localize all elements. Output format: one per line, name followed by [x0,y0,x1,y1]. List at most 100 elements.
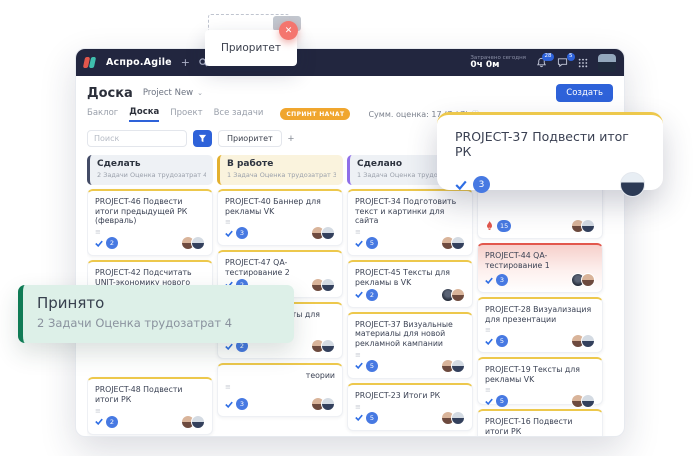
overdue-fire-icon [487,221,492,230]
sprint-status-badge: СПРИНТ НАЧАТ [280,108,351,120]
task-title: PROJECT-16 Подвести итоги РК [485,417,573,436]
create-button[interactable]: Создать [556,84,613,102]
task-title: PROJECT-37 Визуальные материалы для ново… [355,319,453,349]
column-subtitle: 2 Задачи Оценка трудозатрат 4 [97,171,206,179]
avatar [321,277,335,292]
tab-board[interactable]: Доска [129,107,160,122]
task-card[interactable]: PROJECT-44 QA-тестирование 1 3 [477,243,603,293]
task-card[interactable]: PROJECT-46 Подвести итоги предыдущей РК … [87,189,213,257]
estimate-badge: 5 [366,411,378,424]
avatar [321,397,335,412]
notifications-button[interactable]: 28 [536,53,554,68]
check-icon [225,230,233,237]
check-icon [485,338,493,345]
check-icon [355,362,363,370]
avatar [321,339,335,354]
task-card[interactable]: PROJECT-40 Баннер для рекламы VK ≡ 3 [217,189,343,247]
accepted-title: Принято [37,294,105,312]
check-icon [225,401,233,408]
column-header[interactable]: Сделать 2 Задачи Оценка трудозатрат 4 [87,155,213,185]
task-title: PROJECT-46 Подвести итоги предыдущей РК … [95,197,188,226]
check-icon [485,398,493,405]
project-selector[interactable]: Project New ⌄ [143,88,203,98]
estimate-badge: 5 [496,335,508,348]
column-title: В работе [227,159,274,169]
accepted-column-overlay: Принято 2 Задачи Оценка трудозатрат 4 [18,285,294,343]
time-tracker: Затрачено сегодня 0ч 0м [470,55,526,71]
task-title: PROJECT-28 Визуализация для презентации [485,305,592,324]
dragged-task-card[interactable]: PROJECT-37 Подвести итог РК 3 [437,112,663,197]
chevron-down-icon: ⌄ [197,89,204,97]
search-input[interactable] [87,130,187,147]
add-button[interactable]: + [181,57,190,68]
avatar [581,394,595,409]
avatar [451,287,465,302]
messages-button[interactable]: 5 [557,53,575,68]
description-icon: ≡ [95,406,101,415]
check-icon [355,240,363,247]
bell-badge: 28 [542,53,554,61]
description-icon: ≡ [355,402,361,411]
chat-badge: 5 [566,53,575,61]
user-avatar[interactable] [598,53,616,72]
avatar [581,334,595,349]
task-card[interactable]: PROJECT-23 Итоги РК ≡ 5 [347,382,473,431]
estimate-badge: 5 [366,237,378,250]
check-icon [95,240,103,247]
estimate-badge: 3 [473,176,490,193]
task-card[interactable]: PROJECT-45 Тексты для рекламы в VK 2 [347,260,473,308]
dragged-task-title: PROJECT-37 Подвести итог РК [455,129,629,159]
estimate-badge: 15 [497,220,512,232]
column-done: Сделано 1 Задача Оценка трудозатрат PROJ… [347,155,473,436]
task-card[interactable]: PROJECT-16 Подвести итоги РК ≡ [477,409,603,436]
task-card[interactable]: PROJECT-19 Тексты для рекламы VK ≡ 5 [477,357,603,409]
tab-all-tasks[interactable]: Все задачи [214,108,264,121]
description-icon: ≡ [225,383,231,392]
task-title: PROJECT-23 Итоги РК [355,390,441,400]
task-card[interactable]: PROJECT-28 Визуализация для презентации … [477,297,603,353]
aspro-logo-icon [82,57,97,68]
task-card[interactable]: теории ≡ 3 [217,363,343,418]
column-subtitle: 1 Задача Оценка трудозатрат 3 [227,171,336,179]
tab-project[interactable]: Проект [170,108,202,121]
description-icon: ≡ [485,326,491,335]
task-card[interactable]: PROJECT-37 Визуальные материалы для ново… [347,311,473,379]
page-title: Доска [87,85,133,101]
task-card[interactable]: PROJECT-34 Подготовить текст и картинки … [347,189,473,257]
estimate-badge: 2 [366,288,378,301]
task-title: PROJECT-45 Тексты для рекламы в VK [355,268,450,287]
avatar [451,236,465,251]
brand-name: Аспро.Agile [106,57,172,68]
add-filter-button[interactable]: + [288,133,294,145]
task-title: PROJECT-40 Баннер для рекламы VK [225,197,321,216]
close-icon[interactable]: ✕ [279,21,298,40]
priority-filter-chip[interactable]: Приоритет [218,130,282,147]
check-icon [355,291,363,299]
task-title: PROJECT-34 Подготовить текст и картинки … [355,197,457,226]
avatar [191,414,205,429]
avatar [451,410,465,425]
description-icon: ≡ [485,386,491,395]
description-icon: ≡ [355,350,361,359]
description-icon: ≡ [95,228,101,237]
chat-icon [557,58,568,68]
estimate-badge: 2 [106,415,118,428]
check-icon [355,414,363,422]
estimate-badge: 3 [236,398,248,411]
task-title: PROJECT-19 Тексты для рекламы VK [485,365,580,384]
description-icon: ≡ [225,218,231,227]
time-value: 0ч 0м [470,59,500,70]
avatar [191,236,205,251]
task-card[interactable]: PROJECT-48 Подвести итоги РК ≡ 2 [87,377,213,435]
check-icon [225,343,233,350]
check-icon [95,418,103,426]
task-title: теории [305,371,335,381]
column-header[interactable]: В работе 1 Задача Оценка трудозатрат 3 [217,155,343,185]
column-accepted: ≡ 15 PROJECT-44 QA-тестирование 1 3 PROJ… [477,155,603,436]
check-icon [485,277,493,284]
filter-button[interactable] [193,130,212,147]
tab-backlog[interactable]: Баклог [87,108,118,121]
app-window: Аспро.Agile + Сп Затрачено сегодня 0ч 0м… [75,48,625,437]
accepted-subtitle: 2 Задачи Оценка трудозатрат 4 [37,316,233,330]
apps-grid-icon[interactable] [578,58,588,68]
